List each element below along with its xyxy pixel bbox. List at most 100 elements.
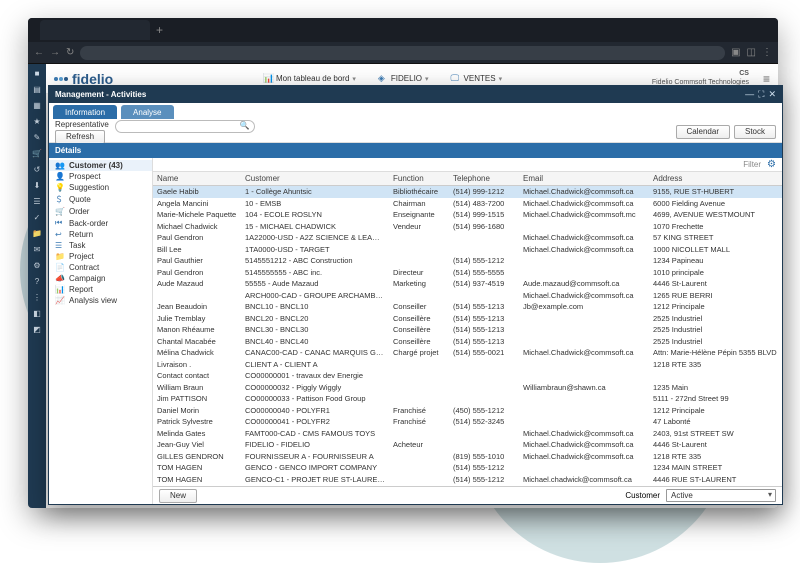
maximize-icon[interactable]: ⛶	[758, 89, 764, 100]
sidebar-item-label: Return	[69, 230, 93, 239]
rail-icon[interactable]: ✎	[32, 132, 42, 142]
sidebar-item[interactable]: ☰Task	[49, 240, 152, 251]
grid-header: Name Customer Function Telephone Email A…	[153, 172, 782, 186]
cell-function	[389, 259, 449, 263]
forward-icon[interactable]: →	[50, 47, 60, 58]
cell-email	[519, 466, 649, 470]
rail-icon[interactable]: ✉	[32, 244, 42, 254]
cell-function: Franchisé	[389, 415, 449, 428]
calendar-button[interactable]: Calendar	[676, 125, 730, 139]
sidebar-item[interactable]: 💡Suggestion	[49, 182, 152, 193]
rail-icon[interactable]: ◩	[32, 324, 42, 334]
rail-icon[interactable]: ⚙	[32, 260, 42, 270]
hamburger-icon[interactable]: ≡	[763, 72, 770, 86]
details-header: Détails	[49, 143, 782, 158]
grid: Filter ⚙ Name Customer Function Telephon…	[153, 158, 782, 504]
col-name[interactable]: Name	[153, 172, 241, 185]
chevron-down-icon: ▾	[425, 75, 429, 83]
status-dropdown[interactable]: Active	[666, 489, 776, 502]
browser-tabbar: +	[28, 18, 778, 42]
sidebar-item[interactable]: 👥Customer (43)	[49, 160, 152, 171]
sidebar-item-label: Suggestion	[69, 183, 109, 192]
rail-icon[interactable]: ▤	[32, 84, 42, 94]
sidebar-item[interactable]: ↩Return	[49, 229, 152, 240]
sidebar-item-label: Back-order	[69, 219, 108, 228]
sidebar-item[interactable]: 🛒Order	[49, 206, 152, 217]
sidebar-list: 👥Customer (43)👤Prospect💡Suggestion＄Quote…	[49, 158, 153, 504]
sidebar-item[interactable]: 📈Analysis view	[49, 295, 152, 306]
cell-email: Michael.Chadwick@commsoft.mc	[519, 208, 649, 221]
cell-telephone	[449, 385, 519, 389]
nav-label: Mon tableau de bord	[276, 74, 349, 83]
filter-row: Representative Refresh Calendar Stock	[49, 121, 782, 143]
rail-icon[interactable]: ?	[32, 276, 42, 286]
extension-icon[interactable]: ▣	[731, 47, 740, 58]
tab-analyse[interactable]: Analyse	[121, 105, 173, 119]
tab-information[interactable]: Information	[53, 105, 117, 119]
sidebar-item[interactable]: 📁Project	[49, 251, 152, 262]
sidebar-item[interactable]: 📣Campaign	[49, 273, 152, 284]
rail-icon[interactable]: ▦	[32, 100, 42, 110]
cell-email: Michael.Chadwick@commsoft.ca	[519, 243, 649, 256]
sidebar-item[interactable]: ＄Quote	[49, 193, 152, 206]
rail-icon[interactable]: ☰	[32, 196, 42, 206]
reload-icon[interactable]: ↻	[66, 47, 74, 58]
menu-icon[interactable]: ⋮	[762, 47, 772, 58]
extension-icon[interactable]: ◫	[747, 47, 756, 58]
cell-address	[649, 374, 782, 378]
cell-function	[389, 374, 449, 378]
new-button[interactable]: New	[159, 489, 197, 503]
sidebar-item-label: Analysis view	[69, 296, 117, 305]
sidebar-item[interactable]: ⏮Back-order	[49, 217, 152, 229]
browser-tab[interactable]	[40, 20, 150, 40]
rail-icon[interactable]: 📁	[32, 228, 42, 238]
cell-function	[389, 362, 449, 366]
cell-email: Michael.Chadwick@commsoft.ca	[519, 346, 649, 359]
rail-icon[interactable]: ✓	[32, 212, 42, 222]
rail-icon[interactable]: ■	[32, 68, 42, 78]
cell-telephone: (514) 937-4519	[449, 277, 519, 290]
table-row[interactable]: TOM HAGENGENCO-C1 - PROJET RUE ST-LAUREN…	[153, 474, 782, 486]
browser-toolbar: ← → ↻ ▣ ◫ ⋮	[28, 42, 778, 64]
url-bar[interactable]	[80, 46, 725, 60]
left-rail: ■ ▤ ▦ ★ ✎ 🛒 ↺ ⬇ ☰ ✓ 📁 ✉ ⚙? ⋮ ◧ ◩	[28, 64, 46, 508]
col-customer[interactable]: Customer	[241, 172, 389, 185]
monitor-icon: 🖵	[451, 74, 461, 84]
col-email[interactable]: Email	[519, 172, 649, 185]
sidebar-item[interactable]: 👤Prospect	[49, 171, 152, 182]
cell-telephone	[449, 293, 519, 297]
minimize-icon[interactable]: —	[745, 89, 754, 100]
chevron-down-icon: ▾	[499, 75, 503, 83]
refresh-button[interactable]: Refresh	[55, 130, 105, 144]
col-function[interactable]: Function	[389, 172, 449, 185]
col-address[interactable]: Address	[649, 172, 782, 185]
sidebar-item[interactable]: 📊Report	[49, 284, 152, 295]
close-icon[interactable]: ✕	[768, 89, 776, 100]
rail-icon[interactable]: ↺	[32, 164, 42, 174]
sidebar-item-label: Order	[69, 207, 89, 216]
grid-body[interactable]: Gaele Habib1 - Collège AhuntsicBibliothé…	[153, 186, 782, 486]
representative-label: Representative	[55, 120, 109, 129]
cell-email	[519, 316, 649, 320]
rail-icon[interactable]: ⋮	[32, 292, 42, 302]
sidebar-icon: 📄	[55, 263, 65, 272]
sidebar-item-label: Report	[69, 285, 93, 294]
cell-function	[389, 385, 449, 389]
back-icon[interactable]: ←	[34, 47, 44, 58]
cell-email	[519, 374, 649, 378]
representative-search[interactable]	[115, 120, 255, 133]
rail-icon[interactable]: ◧	[32, 308, 42, 318]
cell-email	[519, 397, 649, 401]
cell-telephone	[449, 443, 519, 447]
rail-icon[interactable]: 🛒	[32, 148, 42, 158]
sidebar-item[interactable]: 📄Contract	[49, 262, 152, 273]
cell-email: Jb@example.com	[519, 300, 649, 313]
brand-dot-icon	[54, 77, 58, 81]
stock-button[interactable]: Stock	[734, 125, 776, 139]
rail-icon[interactable]: ⬇	[32, 180, 42, 190]
col-telephone[interactable]: Telephone	[449, 172, 519, 185]
new-tab-button[interactable]: +	[156, 23, 163, 37]
cell-telephone: (514) 552-3245	[449, 415, 519, 428]
rail-icon[interactable]: ★	[32, 116, 42, 126]
gear-icon[interactable]: ⚙	[767, 159, 776, 170]
